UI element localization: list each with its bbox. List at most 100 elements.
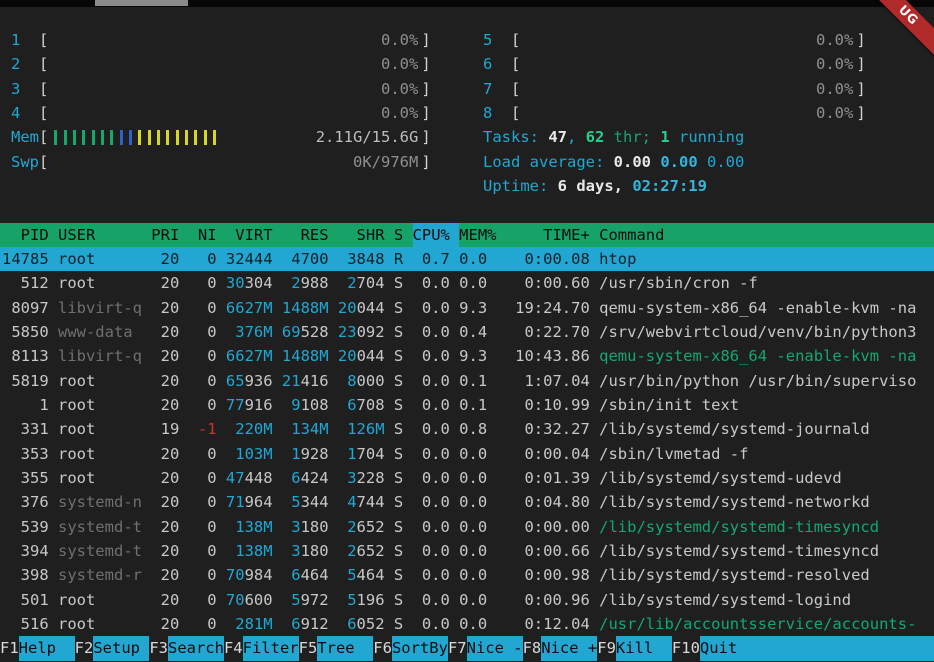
user-cell: root	[58, 393, 142, 417]
time-cell: 0:04.80	[506, 490, 590, 514]
fn-button-kill[interactable]: F9Kill	[597, 636, 672, 660]
process-row[interactable]: 516 root 20 0 281M 6912 6052 S 0.0 0.0 0…	[0, 612, 934, 636]
process-row[interactable]: 1 root 20 0 77916 9108 6708 S 0.0 0.1 0:…	[0, 393, 934, 417]
user-cell: root	[58, 417, 142, 441]
column-header-cpu[interactable]: CPU%	[413, 223, 450, 247]
priority-cell: 20	[151, 612, 179, 636]
fn-button-nice[interactable]: F8Nice +	[523, 636, 598, 660]
fn-label: Setup	[93, 636, 149, 660]
shr-cell: 20044	[338, 344, 385, 368]
memory-bar-tick	[194, 130, 197, 145]
process-row[interactable]: 376 systemd-n 20 0 71964 5344 4744 S 0.0…	[0, 490, 934, 514]
shr-cell: 20044	[338, 296, 385, 320]
fn-button-setup[interactable]: F2Setup	[75, 636, 150, 660]
process-row[interactable]: 353 root 20 0 103M 1928 1704 S 0.0 0.0 0…	[0, 442, 934, 466]
nice-cell: 0	[189, 320, 217, 344]
meter-close-bracket: ]	[421, 77, 430, 101]
cpu-meter-3-value: 0.0%	[381, 77, 418, 101]
process-row[interactable]: 501 root 20 0 70600 5972 5196 S 0.0 0.0 …	[0, 588, 934, 612]
state-cell: S	[394, 296, 403, 320]
cpu-meter-4-label: 4	[11, 101, 39, 125]
fn-key-f10: F10	[672, 636, 700, 660]
column-header-res[interactable]: RES	[282, 223, 329, 247]
memory-bar-tick	[54, 130, 57, 145]
cpu-percent-cell: 0.0	[413, 539, 450, 563]
priority-cell: 20	[151, 442, 179, 466]
res-cell: 4700	[282, 247, 329, 271]
process-row[interactable]: 394 systemd-t 20 0 138M 3180 2652 S 0.0 …	[0, 539, 934, 563]
column-header-cmd[interactable]: Command	[599, 223, 934, 247]
process-row[interactable]: 539 systemd-t 20 0 138M 3180 2652 S 0.0 …	[0, 515, 934, 539]
process-row[interactable]: 14785 root 20 0 32444 4700 3848 R 0.7 0.…	[0, 247, 934, 271]
pid-cell: 512	[2, 271, 49, 295]
column-header-virt[interactable]: VIRT	[226, 223, 273, 247]
process-row[interactable]: 355 root 20 0 47448 6424 3228 S 0.0 0.0 …	[0, 466, 934, 490]
cpu-meter-6-bar: 0.0%	[520, 52, 856, 76]
meter-close-bracket: ]	[421, 125, 430, 149]
shr-cell: 4744	[338, 490, 385, 514]
column-header-user[interactable]: USER	[58, 223, 142, 247]
user-cell: root	[58, 369, 142, 393]
nice-cell: 0	[189, 369, 217, 393]
column-header-s[interactable]: S	[394, 223, 403, 247]
column-header-pid[interactable]: PID	[2, 223, 49, 247]
user-cell: root	[58, 588, 142, 612]
priority-cell: 20	[151, 588, 179, 612]
mem-percent-cell: 0.0	[459, 490, 496, 514]
nice-cell: 0	[189, 393, 217, 417]
pid-cell: 14785	[2, 247, 49, 271]
pid-cell: 5819	[2, 369, 49, 393]
command-cell: /lib/systemd/systemd-udevd	[599, 466, 934, 490]
virt-cell: 65936	[226, 369, 273, 393]
process-row[interactable]: 398 systemd-r 20 0 70984 6464 5464 S 0.0…	[0, 563, 934, 587]
memory-meter-label: Mem	[11, 125, 39, 149]
fn-label: Nice +	[541, 636, 597, 660]
state-cell: S	[394, 393, 403, 417]
state-cell: S	[394, 320, 403, 344]
res-cell: 6912	[282, 612, 329, 636]
meter-open-bracket: [	[511, 77, 520, 101]
column-header-mem[interactable]: MEM%	[459, 223, 496, 247]
virt-cell: 6627M	[226, 344, 273, 368]
fn-button-quit[interactable]: F10Quit	[672, 636, 756, 660]
load-15min: 0.00	[707, 153, 744, 171]
column-header-time[interactable]: TIME+	[506, 223, 590, 247]
memory-bar-tick	[73, 130, 76, 145]
meter-close-bracket: ]	[421, 28, 430, 52]
fn-button-filter[interactable]: F4Filter	[224, 636, 299, 660]
shr-cell: 6708	[338, 393, 385, 417]
process-row[interactable]: 8097 libvirt-q 20 0 6627M 1488M 20044 S …	[0, 296, 934, 320]
memory-meter: Mem[2.11G/15.6G]	[11, 125, 431, 149]
cpu-meter-1: 1[0.0%]	[11, 28, 431, 52]
uptime-days: 6 days,	[558, 177, 633, 195]
virt-cell: 103M	[226, 442, 273, 466]
cpu-meter-6-value: 0.0%	[816, 52, 853, 76]
column-header-ni[interactable]: NI	[189, 223, 217, 247]
meter-close-bracket: ]	[856, 77, 865, 101]
fn-key-f3: F3	[149, 636, 168, 660]
memory-bar-segments	[54, 130, 222, 145]
command-cell: /sbin/lvmetad -f	[599, 442, 934, 466]
fn-button-nice[interactable]: F7Nice -	[448, 636, 523, 660]
htop-terminal-screen: UG 1[0.0%]2[0.0%]3[0.0%]4[0.0%]Mem[2.11G…	[0, 0, 934, 662]
process-row[interactable]: 8113 libvirt-q 20 0 6627M 1488M 20044 S …	[0, 344, 934, 368]
process-row[interactable]: 512 root 20 0 30304 2988 2704 S 0.0 0.0 …	[0, 271, 934, 295]
cpu-meter-3-label: 3	[11, 77, 39, 101]
swap-meter-bar: 0K/976M	[48, 150, 421, 174]
fn-button-search[interactable]: F3Search	[149, 636, 224, 660]
process-row[interactable]: 5819 root 20 0 65936 21416 8000 S 0.0 0.…	[0, 369, 934, 393]
time-cell: 0:10.99	[506, 393, 590, 417]
column-header-pri[interactable]: PRI	[151, 223, 179, 247]
function-key-bar: F1HelpF2SetupF3SearchF4FilterF5TreeF6Sor…	[0, 636, 934, 660]
virt-cell: 376M	[226, 320, 273, 344]
command-cell: /usr/bin/python /usr/bin/superviso	[599, 369, 934, 393]
fn-button-help[interactable]: F1Help	[0, 636, 75, 660]
fn-button-sortby[interactable]: F6SortBy	[373, 636, 448, 660]
swap-meter: Swp[0K/976M]	[11, 150, 431, 174]
process-row[interactable]: 5850 www-data 20 0 376M 69528 23092 S 0.…	[0, 320, 934, 344]
process-row[interactable]: 331 root 19 -1 220M 134M 126M S 0.0 0.8 …	[0, 417, 934, 441]
command-cell: /sbin/init text	[599, 393, 934, 417]
column-header-shr[interactable]: SHR	[338, 223, 385, 247]
fn-button-tree[interactable]: F5Tree	[299, 636, 374, 660]
res-cell: 69528	[282, 320, 329, 344]
